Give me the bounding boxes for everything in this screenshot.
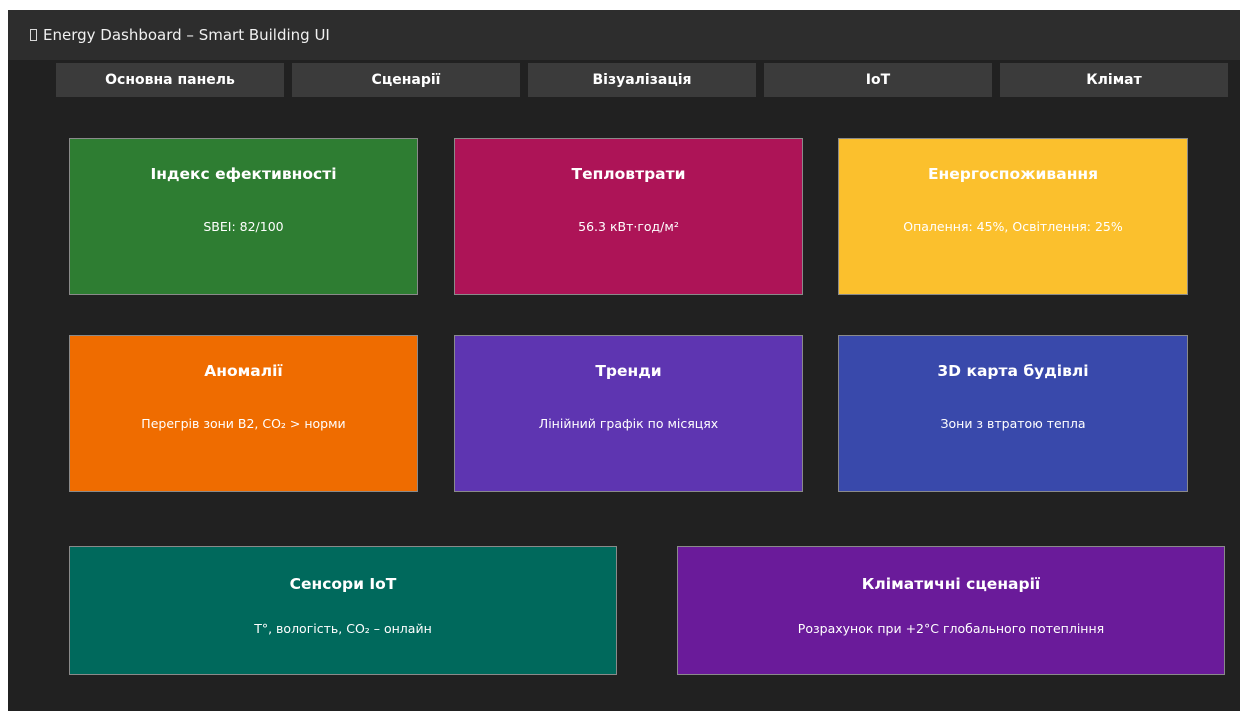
tab-iot[interactable]: IoT bbox=[764, 63, 992, 97]
card-value: SBEI: 82/100 bbox=[203, 219, 284, 234]
card-value: Опалення: 45%, Освітлення: 25% bbox=[903, 219, 1123, 234]
card-building-3d-map[interactable]: 3D карта будівлі Зони з втратою тепла bbox=[838, 335, 1188, 492]
card-heat-loss[interactable]: Тепловтрати 56.3 кВт·год/м² bbox=[454, 138, 803, 295]
title-bar: Energy Dashboard – Smart Building UI bbox=[8, 10, 1240, 60]
card-value: 56.3 кВт·год/м² bbox=[578, 219, 679, 234]
card-title: Сенсори IoT bbox=[289, 575, 397, 593]
card-value: Розрахунок при +2°C глобального потеплін… bbox=[797, 621, 1105, 636]
card-title: Енергоспоживання bbox=[927, 165, 1099, 183]
card-iot-sensors[interactable]: Сенсори IoT T°, вологість, CO₂ – онлайн bbox=[69, 546, 617, 675]
card-title: Тепловтрати bbox=[571, 165, 686, 183]
tab-bar: Основна панель Сценарії Візуалізація IoT… bbox=[56, 63, 1228, 97]
card-title: Аномалії bbox=[204, 362, 283, 380]
card-anomalies[interactable]: Аномалії Перегрів зони B2, CO₂ > норми bbox=[69, 335, 418, 492]
card-efficiency-index[interactable]: Індекс ефективності SBEI: 82/100 bbox=[69, 138, 418, 295]
card-title: Тренди bbox=[595, 362, 662, 380]
app-window: Energy Dashboard – Smart Building UI Осн… bbox=[8, 10, 1240, 711]
card-value: T°, вологість, CO₂ – онлайн bbox=[254, 621, 432, 636]
tab-scenarios[interactable]: Сценарії bbox=[292, 63, 520, 97]
card-energy-consumption[interactable]: Енергоспоживання Опалення: 45%, Освітлен… bbox=[838, 138, 1188, 295]
tab-main-panel[interactable]: Основна панель bbox=[56, 63, 284, 97]
card-value: Зони з втратою тепла bbox=[940, 416, 1086, 431]
card-climate-scenarios[interactable]: Кліматичні сценарії Розрахунок при +2°C … bbox=[677, 546, 1225, 675]
card-title: 3D карта будівлі bbox=[937, 362, 1089, 380]
tab-climate[interactable]: Клімат bbox=[1000, 63, 1228, 97]
card-title: Індекс ефективності bbox=[150, 165, 337, 183]
card-value: Перегрів зони B2, CO₂ > норми bbox=[141, 416, 346, 431]
card-value: Лінійний графік по місяцях bbox=[538, 416, 719, 431]
card-title: Кліматичні сценарії bbox=[861, 575, 1041, 593]
window-title: Energy Dashboard – Smart Building UI bbox=[43, 26, 330, 44]
card-trends[interactable]: Тренди Лінійний графік по місяцях bbox=[454, 335, 803, 492]
app-icon bbox=[30, 29, 37, 41]
tab-visualization[interactable]: Візуалізація bbox=[528, 63, 756, 97]
